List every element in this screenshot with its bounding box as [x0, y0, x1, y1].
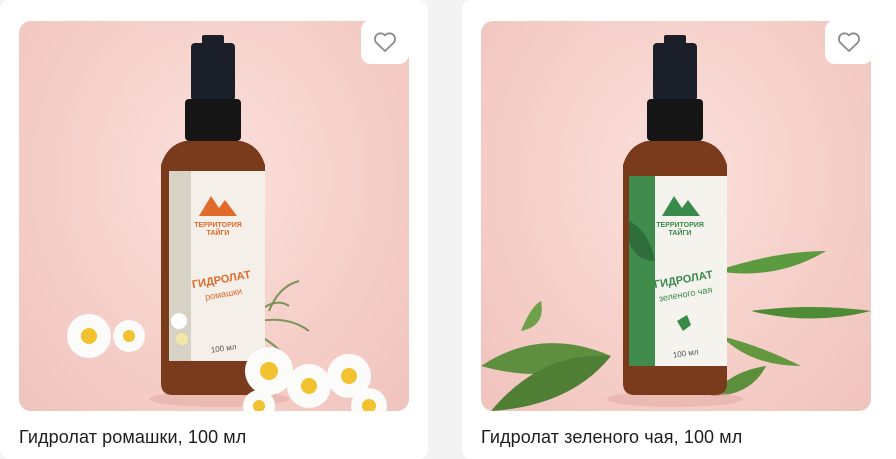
svg-text:ТАЙГИ: ТАЙГИ — [207, 228, 230, 237]
heart-outline-icon — [838, 32, 860, 52]
product-image[interactable]: ТЕРРИТОРИЯ ТАЙГИ ГИДРОЛАТ зеленого чая 1… — [481, 21, 871, 411]
favorite-button[interactable] — [361, 20, 409, 64]
svg-text:ТЕРРИТОРИЯ: ТЕРРИТОРИЯ — [656, 222, 704, 229]
svg-text:ТЕРРИТОРИЯ: ТЕРРИТОРИЯ — [194, 222, 242, 229]
product-title[interactable]: Гидролат зеленого чая, 100 мл — [481, 427, 742, 448]
product-image[interactable]: ТЕРРИТОРИЯ ТАЙГИ ГИДРОЛАТ ромашки 100 мл — [19, 21, 409, 411]
heart-outline-icon — [374, 32, 396, 52]
chamomile-hydrolat-bottle-image: ТЕРРИТОРИЯ ТАЙГИ ГИДРОЛАТ ромашки 100 мл — [67, 35, 387, 411]
svg-text:ТАЙГИ: ТАЙГИ — [669, 228, 692, 237]
favorite-button[interactable] — [825, 20, 873, 64]
green-tea-hydrolat-bottle-image: ТЕРРИТОРИЯ ТАЙГИ ГИДРОЛАТ зеленого чая 1… — [481, 35, 871, 411]
product-grid: ТЕРРИТОРИЯ ТАЙГИ ГИДРОЛАТ ромашки 100 мл — [0, 0, 896, 459]
product-title[interactable]: Гидролат ромашки, 100 мл — [19, 427, 246, 448]
product-card[interactable]: ТЕРРИТОРИЯ ТАЙГИ ГИДРОЛАТ ромашки 100 мл — [0, 0, 428, 459]
product-card[interactable]: ТЕРРИТОРИЯ ТАЙГИ ГИДРОЛАТ зеленого чая 1… — [462, 0, 896, 459]
